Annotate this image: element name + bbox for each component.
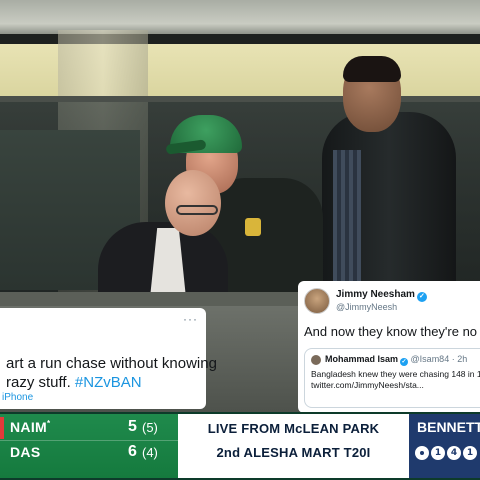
batter-name: DAS: [10, 444, 41, 460]
ball-outcome: 1: [431, 446, 445, 460]
batter-runs: 6: [128, 443, 137, 460]
player-hair: [343, 56, 401, 82]
batting-panel: NAIM* 5 (5) DAS 6 (4): [0, 414, 178, 478]
batter-balls: (5): [142, 420, 158, 435]
batter-runs: 5: [128, 418, 137, 435]
on-strike-marker: [0, 417, 4, 439]
batter-name-text: NAIM: [10, 419, 47, 435]
tweet-card-right[interactable]: Jimmy Neesham ✓ @JimmyNeesh And now they …: [298, 281, 480, 413]
tweet-author-handle[interactable]: @JimmyNeesh: [336, 302, 397, 312]
player-shirt: [333, 150, 361, 290]
ball-outcome: 1: [463, 446, 477, 460]
divider: [0, 440, 178, 441]
match-title: 2nd ALESHA MART T20I: [216, 445, 371, 460]
glasses: [176, 205, 218, 215]
author-name-text: Jimmy Neesham: [336, 289, 415, 300]
batter-row: NAIM* 5 (5): [0, 417, 178, 439]
avatar[interactable]: [304, 288, 330, 314]
match-info-panel: LIVE FROM McLEAN PARK 2nd ALESHA MART T2…: [178, 414, 409, 478]
seated-man-head: [165, 170, 221, 236]
hashtag-link[interactable]: #NZvBAN: [75, 374, 142, 391]
ball-outcome: 4: [447, 446, 461, 460]
quoted-author: Mohammad Isam ✓ @Isam84 · 2h: [325, 354, 467, 366]
on-strike-star: *: [46, 419, 51, 428]
tweet-line-2-text: razy stuff.: [6, 374, 75, 391]
bowler-name: BENNETT: [417, 419, 480, 435]
batter-name: NAIM*: [10, 419, 50, 435]
tweet-text: art a run chase without knowing razy stu…: [6, 354, 217, 392]
venue-text: LIVE FROM McLEAN PARK: [207, 421, 380, 436]
tweet-card-left[interactable]: ··· art a run chase without knowing razy…: [0, 308, 217, 409]
quoted-tweet[interactable]: Mohammad Isam ✓ @Isam84 · 2h Bangladesh k…: [304, 348, 480, 408]
batter-row: DAS 6 (4): [0, 442, 178, 464]
more-options-icon[interactable]: ···: [183, 312, 198, 326]
batter-balls: (4): [142, 445, 158, 460]
quoted-avatar: [311, 355, 321, 365]
tweet-line-1: art a run chase without knowing: [6, 355, 217, 372]
stand-roof: [0, 0, 480, 34]
quoted-line-1: Bangladesh knew they were chasing 148 in…: [311, 369, 480, 379]
dot-ball: [415, 446, 429, 460]
tweet-source: iPhone: [2, 392, 34, 403]
tweet-text: And now they know they're no: [304, 324, 478, 339]
quoted-meta: @Isam84 · 2h: [410, 354, 468, 364]
score-bar: NAIM* 5 (5) DAS 6 (4) LIVE FROM McLEAN P…: [0, 412, 480, 480]
quoted-link[interactable]: twitter.com/JimmyNeesh/sta...: [311, 380, 480, 391]
verified-badge-icon: ✓: [400, 358, 409, 366]
verified-badge-icon: ✓: [416, 292, 427, 302]
bowling-panel: BENNETT 1 4 1: [409, 414, 480, 478]
official-badge: [245, 218, 261, 236]
window-frame: [0, 96, 480, 102]
quoted-author-name: Mohammad Isam: [325, 354, 399, 364]
this-over: 1 4 1: [415, 446, 477, 460]
quoted-text: Bangladesh knew they were chasing 148 in…: [311, 369, 480, 391]
tweet-line-2: razy stuff. #NZvBAN: [6, 373, 198, 392]
tweet-author-name[interactable]: Jimmy Neesham ✓: [336, 289, 427, 302]
